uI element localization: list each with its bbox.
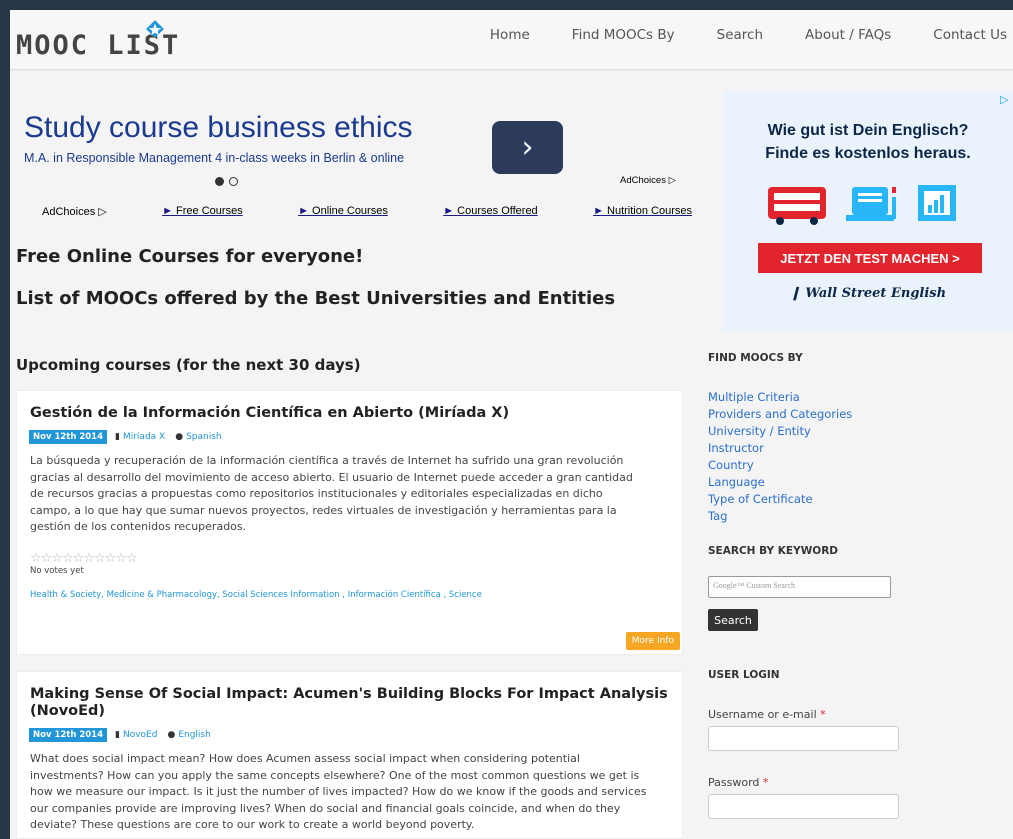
page-subheading: List of MOOCs offered by the Best Univer… (16, 288, 616, 309)
provider-link[interactable]: ▮ NovoEd (115, 730, 157, 740)
date-badge: Nov 12th 2014 (29, 430, 108, 444)
carousel-dot-active[interactable] (215, 177, 224, 186)
course-meta: Nov 12th 2014 ▮ Miríada X ● Spanish (29, 430, 672, 444)
globe-icon: ● (175, 432, 184, 442)
side-ad-title: Wie gut ist Dein Englisch? Finde es kost… (765, 122, 971, 162)
find-moocs-heading: FIND MOOCS BY (708, 352, 803, 364)
window-frame-left (0, 0, 10, 839)
sidebar-link-language[interactable]: Language (708, 474, 852, 491)
course-description: La búsqueda y recuperación de la informa… (30, 454, 633, 533)
bookmark-icon: ▮ (115, 432, 120, 442)
section-heading: Upcoming courses (for the next 30 days) (16, 356, 361, 374)
nav-about-faqs[interactable]: About / FAQs (805, 27, 891, 43)
language-link[interactable]: ● English (167, 730, 210, 740)
sidebar-link-university[interactable]: University / Entity (708, 423, 852, 440)
ad-play-icon[interactable]: ▷ (1000, 93, 1008, 106)
course-card: Making Sense Of Social Impact: Acumen's … (16, 671, 683, 839)
bus-laptop-chart-icon (768, 185, 956, 225)
ad-carousel-dots (215, 171, 243, 190)
nav-contact-us[interactable]: Contact Us (933, 27, 1007, 43)
username-field[interactable] (708, 726, 899, 751)
language-link[interactable]: ● Spanish (175, 432, 221, 442)
page-content: Study course business ethics M.A. in Res… (10, 71, 1013, 839)
top-ad-banner[interactable]: Study course business ethics M.A. in Res… (10, 71, 692, 236)
find-moocs-links: Multiple Criteria Providers and Categori… (708, 389, 852, 525)
sidebar-link-instructor[interactable]: Instructor (708, 440, 852, 457)
brand-logo: ❙ Wall Street English (789, 286, 947, 301)
user-login-heading: USER LOGIN (708, 669, 780, 681)
header: MOOC LIST Home Find MOOCs By Search Abou… (10, 10, 1013, 70)
sidebar-link-multiple-criteria[interactable]: Multiple Criteria (708, 389, 852, 406)
search-input[interactable]: Google™ Custom Search (708, 576, 891, 598)
more-info-button[interactable]: More Info (625, 632, 680, 650)
sidebar-link-providers-categories[interactable]: Providers and Categories (708, 406, 852, 423)
provider-link[interactable]: ▮ Miríada X (115, 432, 165, 442)
rating-stars[interactable]: ☆☆☆☆☆☆☆☆☆☆ (30, 551, 672, 566)
sidebar-link-certificate[interactable]: Type of Certificate (708, 491, 852, 508)
course-card: Gestión de la Información Científica en … (16, 390, 683, 655)
votes-count: No votes yet (30, 565, 84, 576)
search-heading: SEARCH BY KEYWORD (708, 545, 839, 557)
search-button[interactable]: Search (708, 609, 758, 631)
username-label: Username or e-mail * (708, 708, 826, 721)
adchoices-label[interactable]: AdChoices ▷ (620, 175, 676, 186)
course-description: What does social impact mean? How does A… (30, 752, 647, 831)
ad-subtitle[interactable]: M.A. in Responsible Management 4 in-clas… (24, 151, 404, 165)
ad-links-row: AdChoices ▷ ► Free Courses ► Online Cour… (42, 205, 692, 218)
ad-link-online-courses[interactable]: ► Online Courses (298, 205, 388, 218)
password-label: Password * (708, 776, 769, 789)
side-ad-cta-button[interactable]: JETZT DEN TEST MACHEN > (758, 243, 982, 273)
date-badge: Nov 12th 2014 (29, 728, 108, 742)
ad-link-nutrition-courses[interactable]: ► Nutrition Courses (593, 205, 692, 218)
ad-title[interactable]: Study course business ethics (24, 111, 413, 145)
star-icon (146, 20, 164, 38)
sidebar-ad[interactable]: Wie gut ist Dein Englisch? Finde es kost… (723, 91, 1013, 332)
adchoices-label[interactable]: AdChoices ▷ (42, 205, 107, 218)
main-nav: Home Find MOOCs By Search About / FAQs C… (470, 10, 1013, 60)
ad-next-arrow-icon[interactable]: › (492, 121, 563, 174)
nav-home[interactable]: Home (490, 27, 530, 43)
nav-search[interactable]: Search (717, 27, 763, 43)
page-heading: Free Online Courses for everyone! (16, 246, 364, 267)
sidebar-link-country[interactable]: Country (708, 457, 852, 474)
course-meta: Nov 12th 2014 ▮ NovoEd ● English (29, 728, 672, 742)
category-tags[interactable]: Health & Society, Medicine & Pharmacolog… (30, 590, 672, 600)
window-frame-top (0, 0, 1013, 10)
globe-icon: ● (167, 730, 176, 740)
ad-link-free-courses[interactable]: ► Free Courses (162, 205, 243, 218)
sidebar-link-tag[interactable]: Tag (708, 508, 852, 525)
ad-link-courses-offered[interactable]: ► Courses Offered (443, 205, 537, 218)
password-field[interactable] (708, 794, 899, 819)
course-title[interactable]: Gestión de la Información Científica en … (30, 405, 672, 422)
bookmark-icon: ▮ (115, 730, 120, 740)
course-title[interactable]: Making Sense Of Social Impact: Acumen's … (30, 686, 672, 720)
carousel-dot[interactable] (229, 177, 238, 186)
nav-find-moocs-by[interactable]: Find MOOCs By (572, 27, 675, 43)
site-logo[interactable]: MOOC LIST (16, 18, 216, 64)
